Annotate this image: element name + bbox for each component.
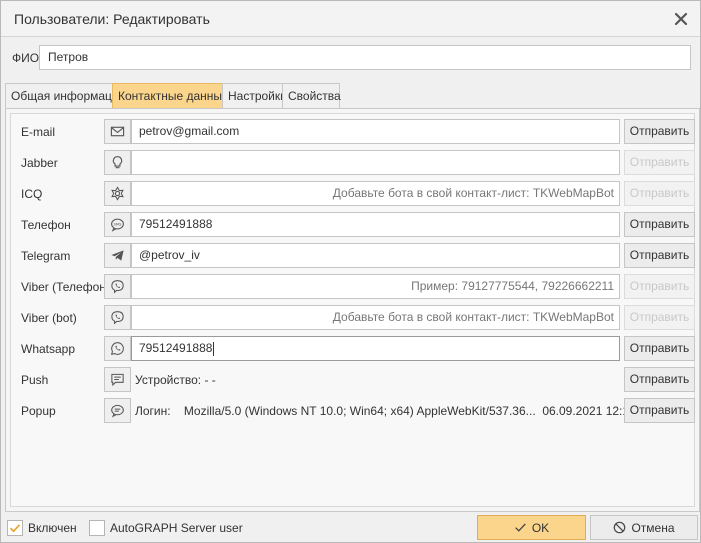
- contact-row-viber-phone: Viber (Телефон) Пример: 79127775544, 792…: [11, 274, 695, 299]
- popup-session-text: Логин: Mozilla/5.0 (Windows NT 10.0; Win…: [135, 404, 636, 418]
- popup-label: Popup: [21, 404, 56, 418]
- contact-data-panel: E-mail petrov@gmail.com Отправить Jabber…: [5, 108, 700, 512]
- popup-chat-icon: [104, 398, 131, 423]
- push-send-button[interactable]: Отправить: [624, 367, 695, 392]
- icq-flower-icon: [104, 181, 131, 206]
- whatsapp-input[interactable]: 79512491888: [131, 336, 620, 361]
- dialog-footer: Включен AutoGRAPH Server user OK Отмена: [1, 513, 700, 542]
- phone-label: Телефон: [21, 218, 71, 232]
- tab-properties[interactable]: Свойства: [282, 83, 341, 108]
- contact-row-viber-bot: Viber (bot) Добавьте бота в свой контакт…: [11, 305, 695, 330]
- envelope-icon: [104, 119, 131, 144]
- telegram-input[interactable]: @petrov_iv: [131, 243, 620, 268]
- contact-row-icq: ICQ Добавьте бота в свой контакт-лист: T…: [11, 181, 695, 206]
- dialog-title: Пользователи: Редактировать: [14, 11, 210, 27]
- icq-label: ICQ: [21, 187, 43, 201]
- phone-input[interactable]: 79512491888: [131, 212, 620, 237]
- whatsapp-value: 79512491888: [139, 341, 215, 356]
- fio-label: ФИО: [12, 51, 40, 65]
- sms-bubble-icon: SMS: [104, 212, 131, 237]
- viber-icon: [104, 305, 131, 330]
- enabled-label: Включен: [28, 521, 77, 535]
- cancel-label: Отмена: [631, 520, 675, 535]
- contact-row-telegram: Telegram @petrov_iv Отправить: [11, 243, 695, 268]
- fio-input[interactable]: Петров: [39, 45, 691, 70]
- whatsapp-icon: [104, 336, 131, 361]
- jabber-input[interactable]: [131, 150, 620, 175]
- tab-general-info[interactable]: Общая информация: [5, 83, 125, 108]
- email-label: E-mail: [21, 125, 56, 139]
- jabber-send-button[interactable]: Отправить: [624, 150, 695, 175]
- tab-settings[interactable]: Настройки: [222, 83, 287, 108]
- viber-phone-send-button[interactable]: Отправить: [624, 274, 695, 299]
- server-user-label: AutoGRAPH Server user: [110, 521, 243, 535]
- tab-contact-data[interactable]: Контактные данные: [112, 83, 229, 108]
- contact-row-email: E-mail petrov@gmail.com Отправить: [11, 119, 695, 144]
- viber-bot-send-button[interactable]: Отправить: [624, 305, 695, 330]
- email-value: petrov@gmail.com: [139, 124, 240, 138]
- ok-label: OK: [531, 520, 550, 535]
- whatsapp-label: Whatsapp: [21, 342, 76, 356]
- contact-row-jabber: Jabber Отправить: [11, 150, 695, 175]
- contact-row-phone: Телефон SMS 79512491888 Отправить: [11, 212, 695, 237]
- enabled-checkbox[interactable]: [7, 520, 23, 536]
- viber-phone-label: Viber (Телефон): [21, 280, 110, 294]
- icq-placeholder: Добавьте бота в свой контакт-лист: TKWeb…: [332, 186, 614, 200]
- contact-data-form: E-mail petrov@gmail.com Отправить Jabber…: [10, 113, 695, 507]
- lightbulb-icon: [104, 150, 131, 175]
- svg-text:SMS: SMS: [114, 222, 123, 226]
- check-icon: [515, 523, 526, 532]
- push-message-icon: [104, 367, 131, 392]
- telegram-value: @petrov_iv: [139, 248, 200, 262]
- text-caret: [213, 341, 215, 356]
- viber-phone-placeholder: Пример: 79127775544, 79226662211: [411, 279, 614, 293]
- telegram-plane-icon: [104, 243, 131, 268]
- contact-row-popup: Popup Логин: Mozilla/5.0 (Windows NT 10.…: [11, 398, 695, 423]
- contact-row-push: Push Устройство: - - Отправить: [11, 367, 695, 392]
- phone-send-button[interactable]: Отправить: [624, 212, 695, 237]
- checkmark-icon: [9, 524, 21, 533]
- email-input[interactable]: petrov@gmail.com: [131, 119, 620, 144]
- push-device-text: Устройство: - -: [135, 373, 216, 387]
- server-user-checkbox[interactable]: [89, 520, 105, 536]
- prohibited-icon: [614, 521, 626, 534]
- email-send-button[interactable]: Отправить: [624, 119, 695, 144]
- edit-user-dialog: Пользователи: Редактировать ФИО Петров О…: [0, 0, 701, 543]
- viber-bot-input[interactable]: Добавьте бота в свой контакт-лист: TKWeb…: [131, 305, 620, 330]
- jabber-label: Jabber: [21, 156, 58, 170]
- ok-button[interactable]: OK: [477, 515, 586, 540]
- phone-value: 79512491888: [139, 217, 213, 231]
- icq-send-button[interactable]: Отправить: [624, 181, 695, 206]
- viber-bot-label: Viber (bot): [21, 311, 77, 325]
- telegram-send-button[interactable]: Отправить: [624, 243, 695, 268]
- close-icon[interactable]: [672, 10, 690, 28]
- viber-bot-placeholder: Добавьте бота в свой контакт-лист: TKWeb…: [332, 310, 614, 324]
- title-bar: Пользователи: Редактировать: [1, 1, 700, 37]
- whatsapp-send-button[interactable]: Отправить: [624, 336, 695, 361]
- viber-icon: [104, 274, 131, 299]
- popup-send-button[interactable]: Отправить: [624, 398, 695, 423]
- contact-row-whatsapp: Whatsapp 79512491888 Отправить: [11, 336, 695, 361]
- telegram-label: Telegram: [21, 249, 71, 263]
- push-label: Push: [21, 373, 49, 387]
- icq-input[interactable]: Добавьте бота в свой контакт-лист: TKWeb…: [131, 181, 620, 206]
- viber-phone-input[interactable]: Пример: 79127775544, 79226662211: [131, 274, 620, 299]
- cancel-button[interactable]: Отмена: [590, 515, 698, 540]
